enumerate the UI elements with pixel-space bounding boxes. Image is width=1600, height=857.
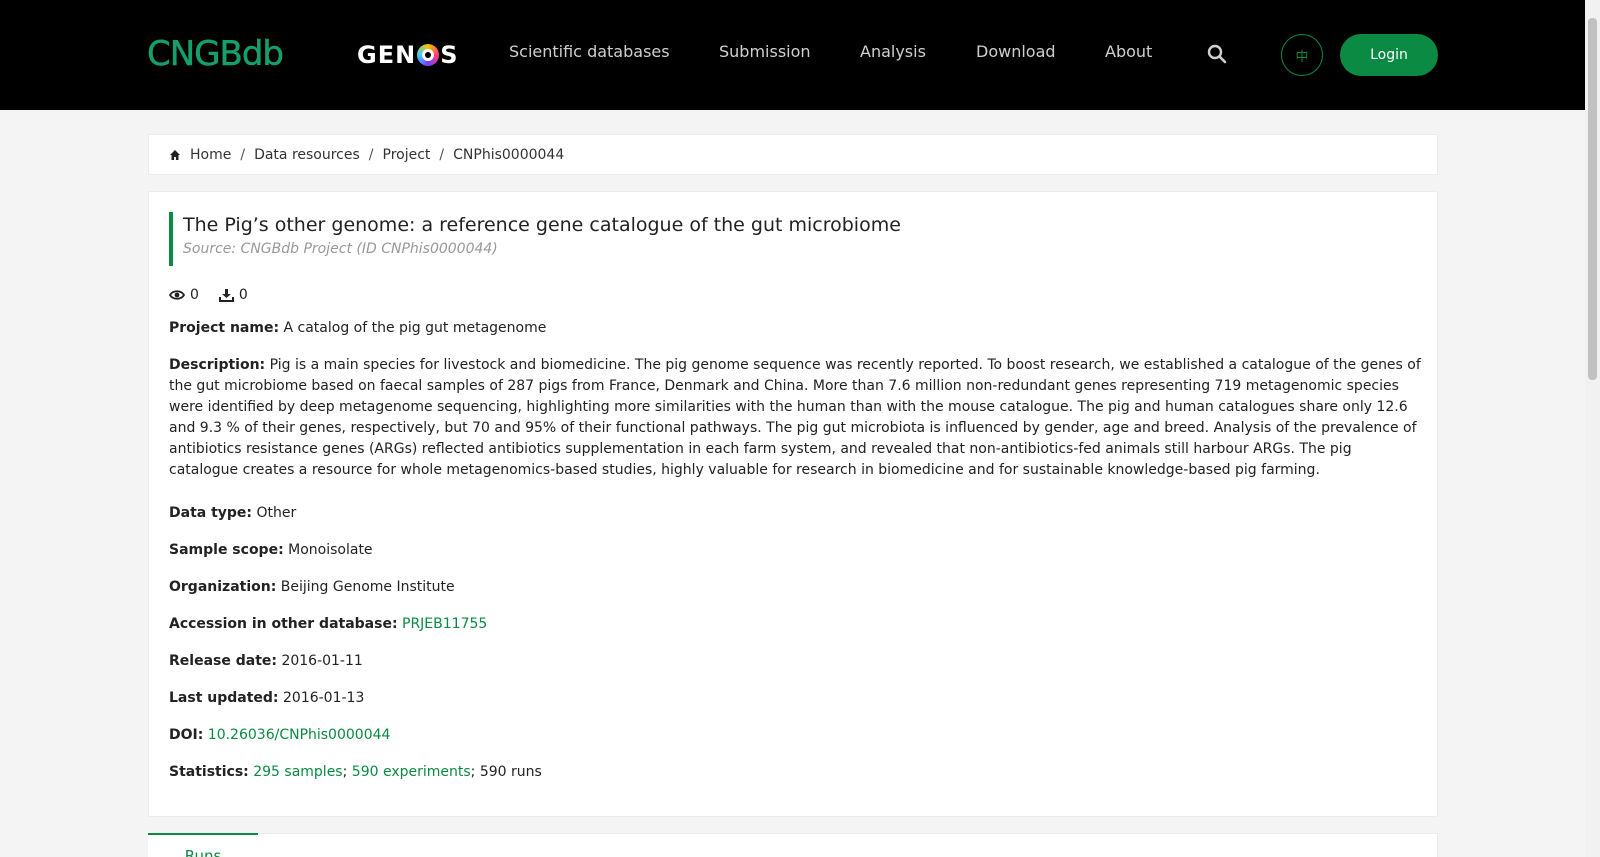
tab-bar bbox=[148, 833, 1438, 857]
breadcrumb-separator: / bbox=[240, 146, 246, 163]
field-value: Other bbox=[256, 505, 297, 521]
field-doi: DOI: 10.26036/CNPhis0000044 bbox=[169, 725, 1421, 746]
field-label: Description: bbox=[169, 357, 266, 373]
field-accession: Accession in other database: PRJEB11755 bbox=[169, 614, 1421, 635]
nav-scientific-databases[interactable]: Scientific databases bbox=[509, 42, 670, 61]
view-count: 0 bbox=[190, 287, 199, 303]
field-value: 2016-01-13 bbox=[283, 690, 365, 706]
accession-link[interactable]: PRJEB11755 bbox=[402, 616, 487, 632]
tab-runs[interactable]: Runs bbox=[148, 833, 258, 857]
field-label: Last updated: bbox=[169, 690, 279, 706]
field-data-type: Data type: Other bbox=[169, 503, 1421, 524]
genos-logo-mark bbox=[417, 44, 440, 66]
genos-logo-text-end: S bbox=[440, 41, 459, 69]
field-description: Description: Pig is a main species for l… bbox=[169, 355, 1421, 481]
nav-analysis[interactable]: Analysis bbox=[860, 42, 926, 61]
page-title: The Pig’s other genome: a reference gene… bbox=[183, 214, 901, 236]
cngbdb-logo-text: CNGBdb bbox=[147, 34, 285, 75]
field-value: Pig is a main species for livestock and … bbox=[169, 357, 1421, 478]
field-statistics: Statistics: 295 samples; 590 experiments… bbox=[169, 764, 542, 780]
field-label: Accession in other database: bbox=[169, 616, 398, 632]
download-icon bbox=[218, 289, 234, 302]
nav-download[interactable]: Download bbox=[976, 42, 1056, 61]
field-value: 2016-01-11 bbox=[281, 653, 363, 669]
breadcrumb-separator: / bbox=[368, 146, 374, 163]
field-last-updated: Last updated: 2016-01-13 bbox=[169, 688, 1421, 709]
language-toggle-button[interactable]: 中 bbox=[1281, 34, 1323, 76]
breadcrumb-current: CNPhis0000044 bbox=[453, 146, 565, 163]
home-icon bbox=[170, 149, 180, 160]
field-project-name: Project name: A catalog of the pig gut m… bbox=[169, 318, 1421, 339]
field-label: Statistics: bbox=[169, 764, 249, 780]
project-detail-card: The Pig’s other genome: a reference gene… bbox=[148, 191, 1438, 817]
field-label: Release date: bbox=[169, 653, 277, 669]
samples-link[interactable]: 295 samples bbox=[253, 764, 342, 780]
view-download-counts: 0 0 bbox=[169, 287, 248, 303]
doi-link[interactable]: 10.26036/CNPhis0000044 bbox=[208, 727, 391, 743]
experiments-link[interactable]: 590 experiments bbox=[352, 764, 471, 780]
project-source: Source: CNGBdb Project (ID CNPhis0000044… bbox=[183, 241, 498, 257]
field-value: Monoisolate bbox=[288, 542, 373, 558]
field-release-date: Release date: 2016-01-11 bbox=[169, 651, 1421, 672]
field-organization: Organization: Beijing Genome Institute bbox=[169, 577, 1421, 598]
field-label: Organization: bbox=[169, 579, 277, 595]
top-navbar: CNGBdb GEN S Scientific databases Submiss… bbox=[0, 0, 1585, 110]
field-value: A catalog of the pig gut metagenome bbox=[283, 320, 547, 336]
nav-submission[interactable]: Submission bbox=[719, 42, 811, 61]
breadcrumb-data-resources[interactable]: Data resources bbox=[254, 147, 360, 163]
field-value: Beijing Genome Institute bbox=[280, 579, 455, 595]
nav-about[interactable]: About bbox=[1105, 42, 1152, 61]
login-button[interactable]: Login bbox=[1340, 34, 1438, 76]
field-label: Data type: bbox=[169, 505, 253, 521]
search-icon[interactable] bbox=[1207, 44, 1227, 64]
field-label: DOI: bbox=[169, 727, 204, 743]
field-label: Project name: bbox=[169, 320, 280, 336]
field-sample-scope: Sample scope: Monoisolate bbox=[169, 540, 1421, 561]
cngbdb-logo[interactable]: CNGBdb bbox=[147, 34, 307, 75]
breadcrumb-separator: / bbox=[439, 146, 445, 163]
genos-logo[interactable]: GEN S bbox=[357, 40, 458, 70]
genos-logo-text-start: GEN bbox=[357, 41, 417, 69]
scrollbar-thumb[interactable] bbox=[1588, 18, 1597, 380]
field-label: Sample scope: bbox=[169, 542, 284, 558]
download-count: 0 bbox=[238, 287, 248, 303]
runs-count: 590 runs bbox=[479, 764, 542, 780]
breadcrumb-home[interactable]: Home bbox=[190, 147, 231, 163]
project-title-block: The Pig’s other genome: a reference gene… bbox=[169, 212, 901, 266]
breadcrumb-project[interactable]: Project bbox=[383, 147, 431, 163]
breadcrumb: Home / Data resources / Project / CNPhis… bbox=[148, 134, 1438, 175]
eye-icon bbox=[169, 290, 185, 300]
